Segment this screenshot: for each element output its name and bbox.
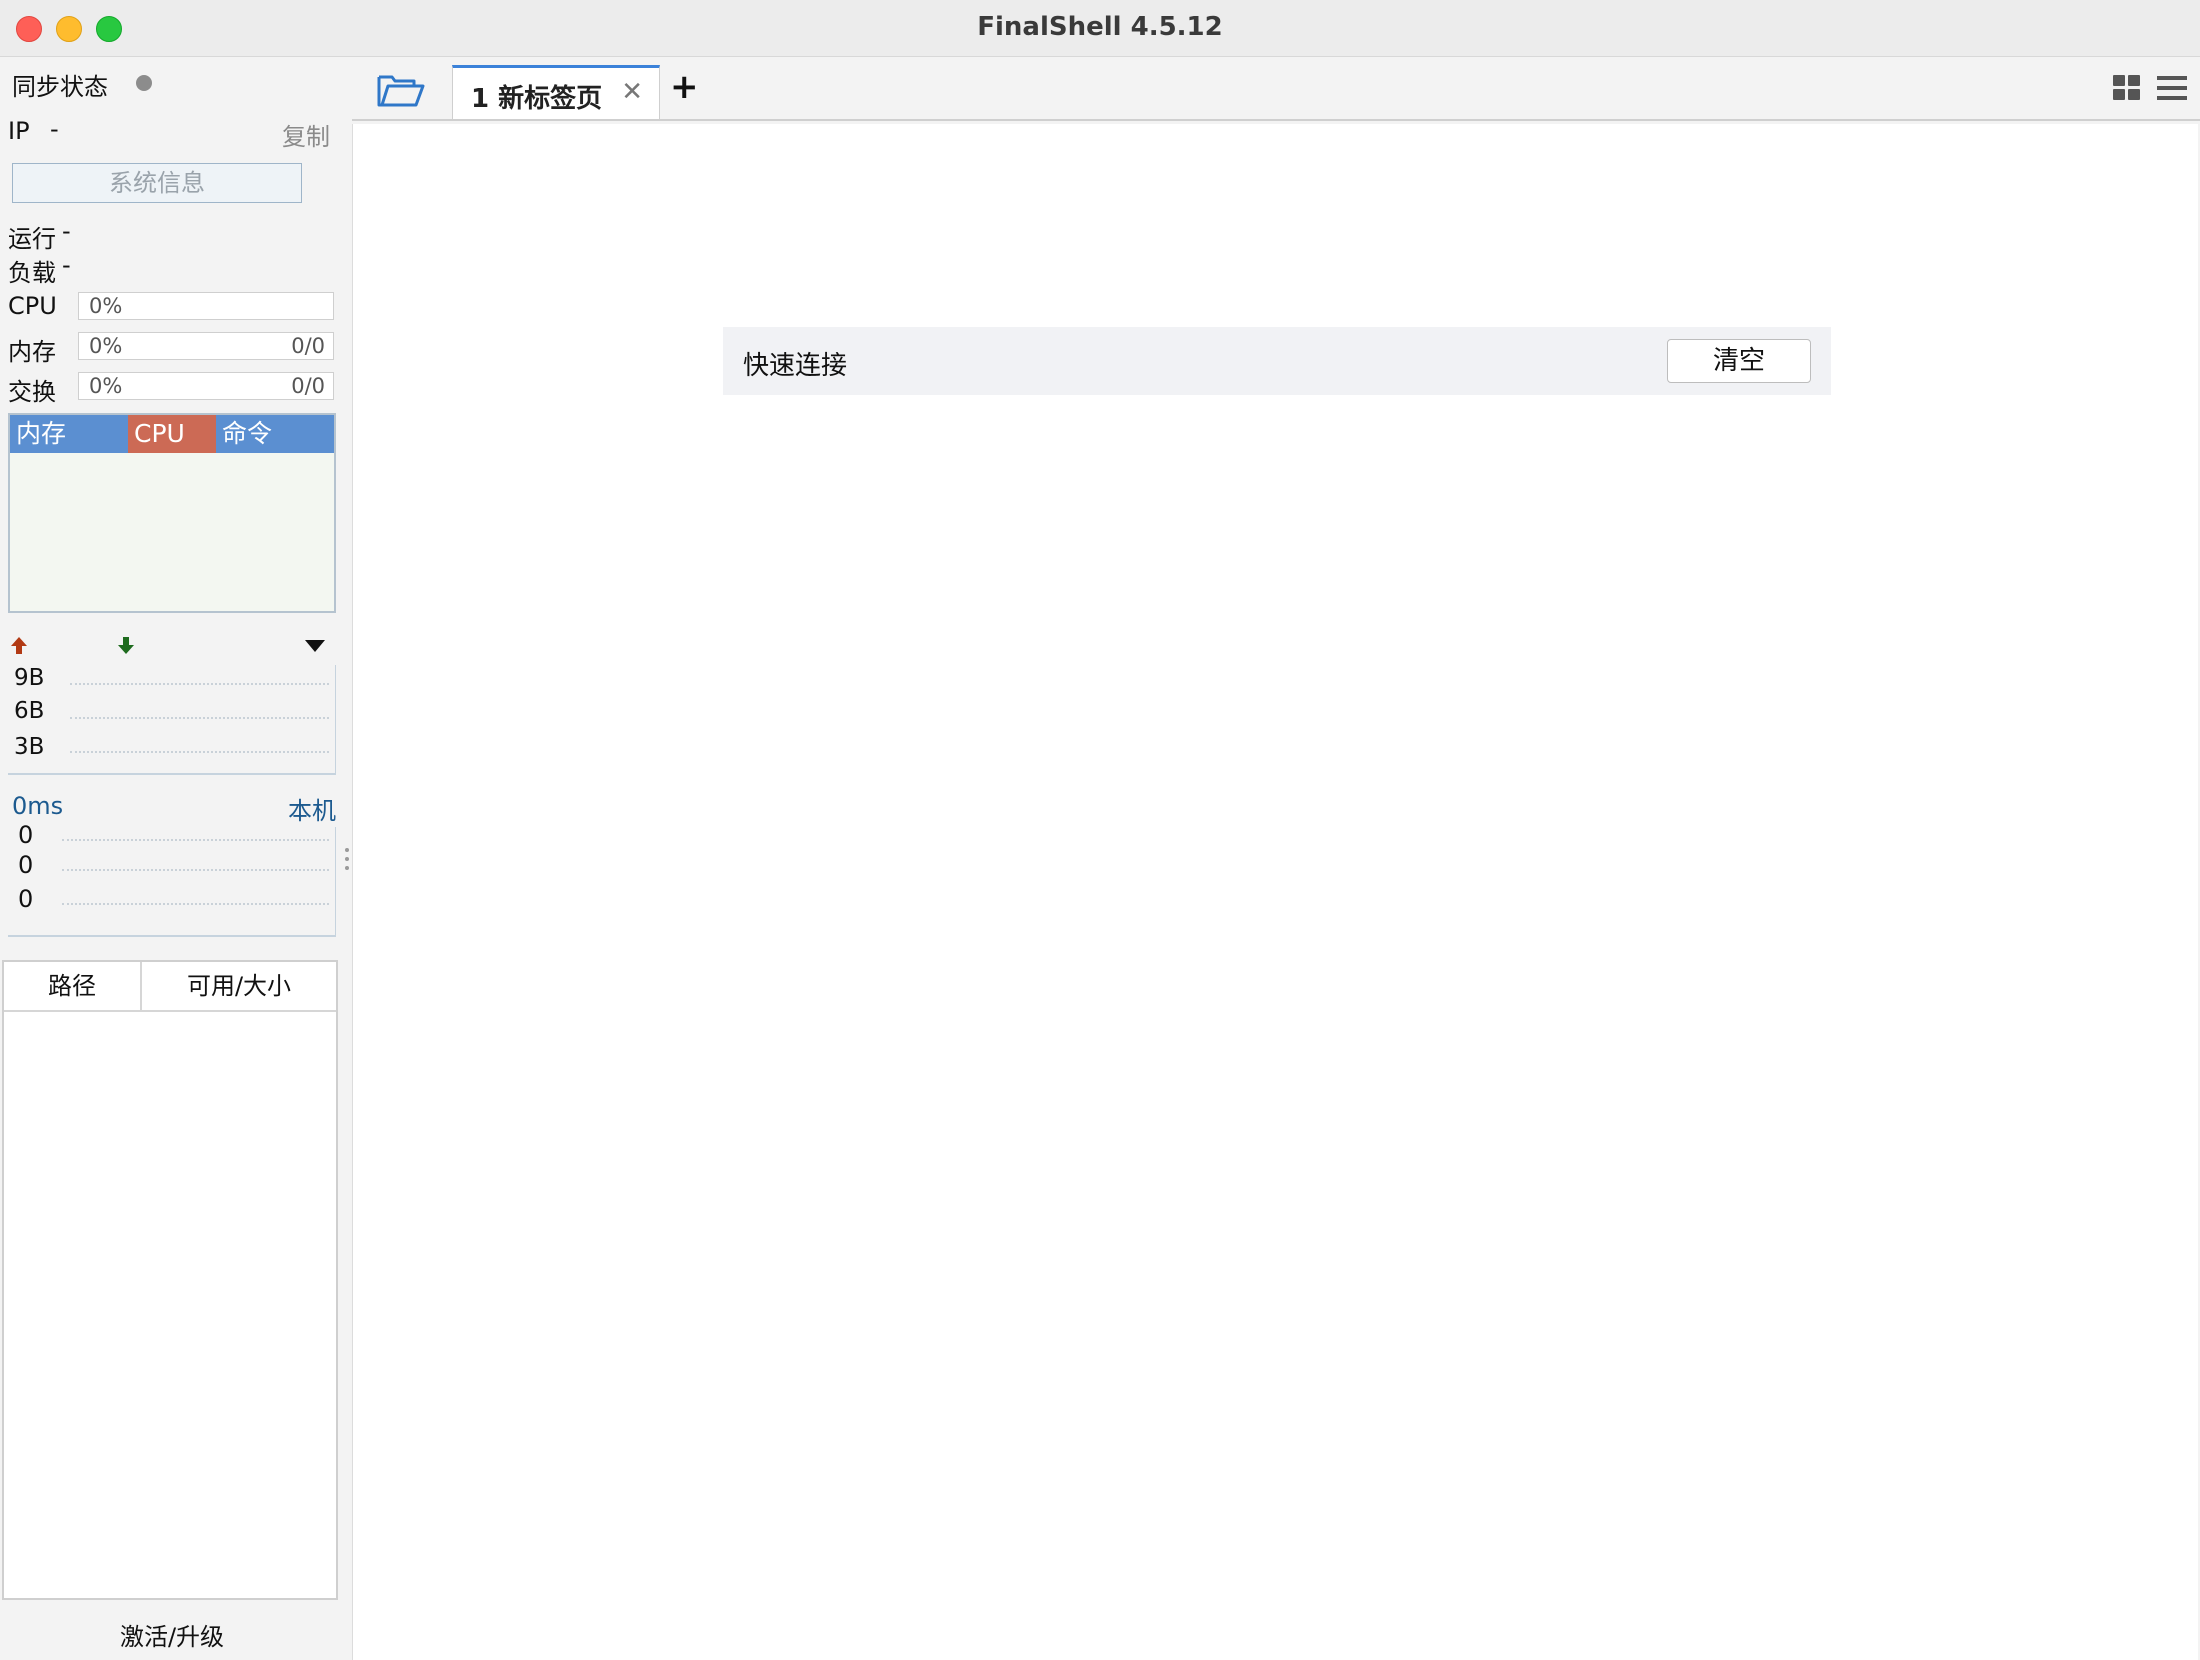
network-chart bbox=[8, 665, 336, 775]
network-tick: 9B bbox=[14, 665, 45, 691]
latency-tick: 0 bbox=[18, 821, 34, 849]
swap-percent: 0% bbox=[89, 374, 123, 398]
process-tab-memory[interactable]: 内存 bbox=[10, 415, 128, 453]
quick-connect-label: 快速连接 bbox=[743, 351, 848, 381]
clear-button[interactable]: 清空 bbox=[1667, 339, 1811, 383]
ip-value: - bbox=[50, 115, 59, 143]
disk-column-size[interactable]: 可用/大小 bbox=[142, 962, 336, 1010]
sidebar: 同步状态 IP - 复制 系统信息 运行 - 负载 - CPU 0% 内存 0%… bbox=[0, 57, 350, 1660]
close-tab-icon[interactable]: ✕ bbox=[621, 77, 643, 107]
memory-meter: 0% 0/0 bbox=[78, 332, 334, 360]
window-title: FinalShell 4.5.12 bbox=[977, 12, 1223, 42]
sync-status-indicator bbox=[136, 75, 152, 91]
disk-table: 路径 可用/大小 bbox=[2, 960, 338, 1600]
menu-icon[interactable] bbox=[2156, 73, 2188, 103]
network-gridline bbox=[70, 683, 329, 685]
ip-label: IP bbox=[8, 117, 30, 145]
latency-gridline bbox=[62, 903, 329, 905]
open-folder-icon[interactable] bbox=[376, 71, 426, 111]
interface-dropdown-icon[interactable] bbox=[304, 639, 326, 653]
load-value: - bbox=[62, 251, 71, 279]
copy-ip-button[interactable]: 复制 bbox=[282, 117, 330, 152]
title-bar: FinalShell 4.5.12 bbox=[0, 0, 2200, 57]
latency-value: 0ms bbox=[12, 792, 64, 820]
load-label: 负载 bbox=[8, 259, 56, 287]
swap-value: 0/0 bbox=[291, 374, 325, 398]
add-tab-button[interactable]: + bbox=[670, 67, 699, 107]
app-window: FinalShell 4.5.12 同步状态 IP - 复制 系统信息 运行 -… bbox=[0, 0, 2200, 1660]
grid-view-icon[interactable] bbox=[2112, 73, 2142, 103]
download-arrow-icon bbox=[118, 637, 134, 654]
system-info-button[interactable]: 系统信息 bbox=[12, 163, 302, 203]
activate-upgrade-link[interactable]: 激活/升级 bbox=[0, 1617, 344, 1652]
process-tab-command[interactable]: 命令 bbox=[216, 415, 334, 453]
process-panel: 内存 CPU 命令 bbox=[8, 413, 336, 613]
network-gridline bbox=[70, 717, 329, 719]
latency-gridline bbox=[62, 839, 329, 841]
latency-chart bbox=[8, 827, 336, 937]
latency-tick: 0 bbox=[18, 885, 34, 913]
tab-label: 1 新标签页 bbox=[471, 84, 603, 114]
memory-percent: 0% bbox=[89, 334, 123, 358]
tab-new-tab[interactable]: 1 新标签页 ✕ bbox=[452, 65, 660, 119]
cpu-label: CPU bbox=[8, 292, 57, 320]
latency-tick: 0 bbox=[18, 851, 34, 879]
process-tab-cpu[interactable]: CPU bbox=[128, 415, 216, 453]
cpu-percent: 0% bbox=[89, 294, 123, 318]
network-tick: 3B bbox=[14, 734, 45, 760]
memory-value: 0/0 bbox=[291, 334, 325, 358]
uptime-label: 运行 bbox=[8, 225, 56, 253]
process-tab-bar: 内存 CPU 命令 bbox=[10, 415, 334, 453]
uptime-value: - bbox=[62, 217, 71, 245]
sync-status-label: 同步状态 bbox=[12, 73, 108, 101]
cpu-meter: 0% bbox=[78, 292, 334, 320]
memory-label: 内存 bbox=[8, 338, 56, 366]
main-content: 快速连接 清空 bbox=[352, 124, 2198, 1660]
latency-gridline bbox=[62, 869, 329, 871]
network-tick: 6B bbox=[14, 698, 45, 724]
quick-connect-bar: 快速连接 清空 bbox=[723, 327, 1831, 395]
sidebar-resize-handle[interactable] bbox=[345, 848, 349, 876]
upload-arrow-icon bbox=[11, 637, 27, 654]
network-gridline bbox=[70, 751, 329, 753]
tab-bar: 1 新标签页 ✕ + bbox=[352, 57, 2200, 121]
swap-meter: 0% 0/0 bbox=[78, 372, 334, 400]
disk-table-header: 路径 可用/大小 bbox=[4, 962, 336, 1012]
disk-column-path[interactable]: 路径 bbox=[4, 962, 142, 1010]
swap-label: 交换 bbox=[8, 378, 56, 406]
latency-host[interactable]: 本机 bbox=[288, 791, 336, 826]
